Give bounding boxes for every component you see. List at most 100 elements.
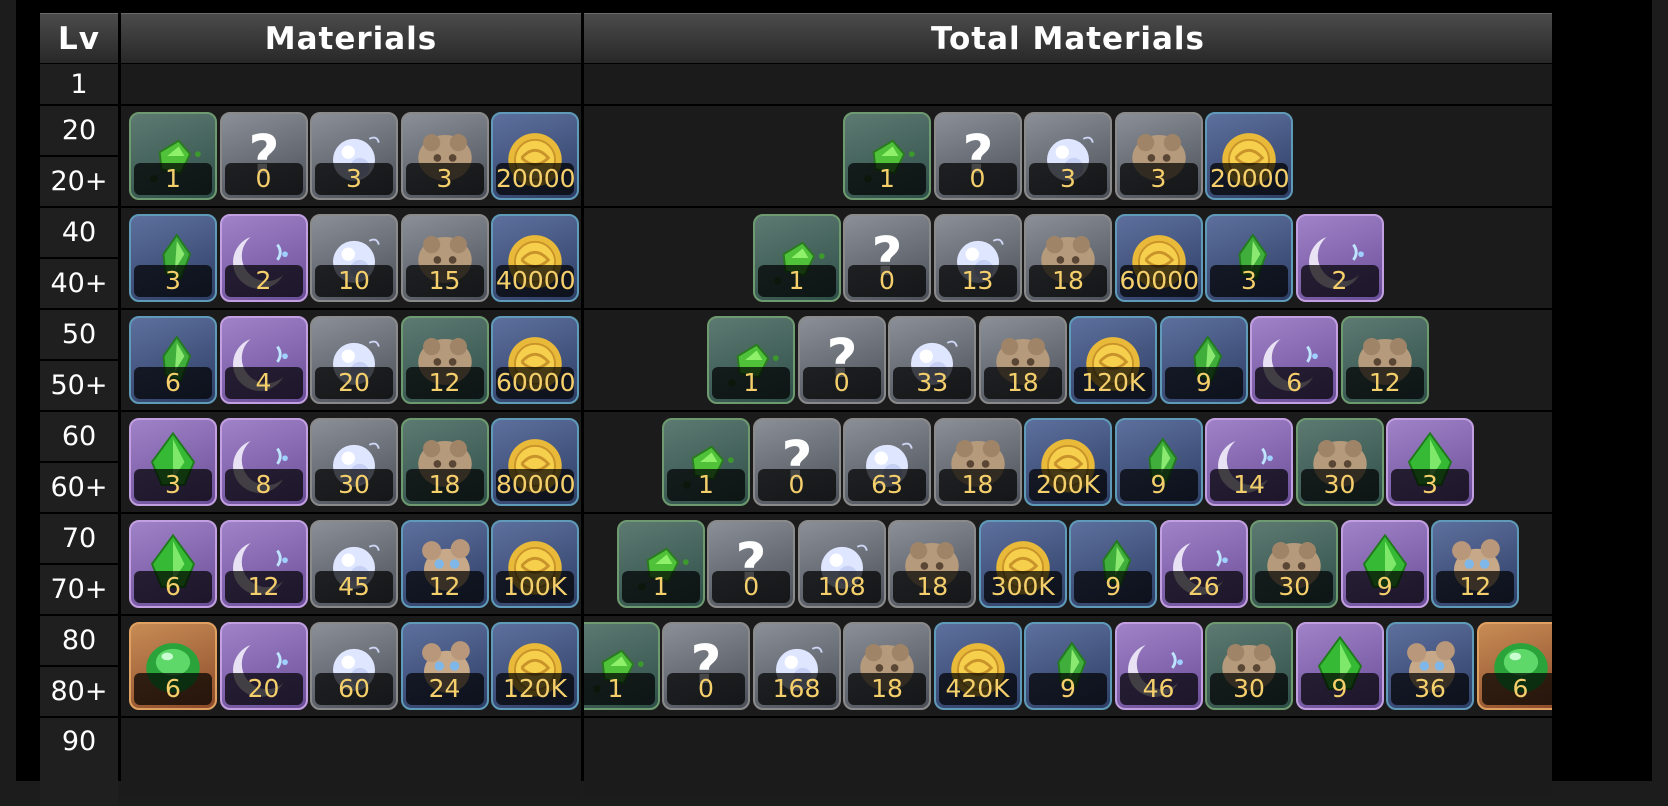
material-item[interactable]: 3 bbox=[129, 214, 217, 302]
material-item[interactable]: ? 0 bbox=[797, 316, 886, 404]
material-item[interactable]: 45 bbox=[310, 520, 398, 608]
material-item[interactable]: 14 bbox=[1205, 418, 1293, 506]
material-item[interactable]: 20000 bbox=[1205, 112, 1293, 200]
material-item[interactable]: 6 bbox=[129, 622, 217, 710]
material-item[interactable]: 60000 bbox=[1114, 214, 1203, 302]
material-item[interactable]: 18 bbox=[978, 316, 1067, 404]
material-count: 18 bbox=[405, 469, 484, 501]
material-count: 6 bbox=[134, 571, 212, 603]
material-item[interactable]: 1 bbox=[584, 622, 660, 710]
material-count: 120K bbox=[496, 673, 574, 705]
material-item[interactable]: 1 bbox=[616, 520, 705, 608]
material-item[interactable]: 3 bbox=[129, 418, 217, 506]
material-item[interactable]: 18 bbox=[888, 520, 977, 608]
material-count: 24 bbox=[405, 673, 484, 705]
material-item[interactable]: 13 bbox=[933, 214, 1022, 302]
material-count: 0 bbox=[224, 163, 303, 195]
material-item[interactable]: 12 bbox=[1431, 520, 1520, 608]
material-item[interactable]: 9 bbox=[1340, 520, 1429, 608]
material-count: 1 bbox=[621, 571, 700, 603]
material-item[interactable]: 9 bbox=[1024, 622, 1112, 710]
material-item[interactable]: 12 bbox=[219, 520, 308, 608]
total-materials-cell: 1? 0 63 18 200K 9 14 30 3 bbox=[584, 412, 1552, 512]
material-item[interactable]: 20 bbox=[310, 316, 398, 404]
material-item[interactable]: 63 bbox=[843, 418, 931, 506]
material-item[interactable]: ? 0 bbox=[843, 214, 931, 302]
material-item[interactable]: 120K bbox=[491, 622, 579, 710]
material-count: 6 bbox=[1255, 367, 1334, 399]
material-item[interactable]: 120K bbox=[1069, 316, 1158, 404]
material-item[interactable]: 40000 bbox=[491, 214, 579, 302]
material-item[interactable]: 1 bbox=[843, 112, 931, 200]
material-item[interactable]: ? 0 bbox=[219, 112, 308, 200]
material-item[interactable]: 12 bbox=[1340, 316, 1429, 404]
material-item[interactable]: 3 bbox=[1205, 214, 1293, 302]
material-item[interactable]: 1 bbox=[707, 316, 796, 404]
level-plus-label: 40+ bbox=[40, 259, 118, 308]
material-item[interactable]: 9 bbox=[1295, 622, 1384, 710]
material-item[interactable]: 3 bbox=[1114, 112, 1203, 200]
material-item[interactable]: 18 bbox=[843, 622, 931, 710]
material-item[interactable]: 30 bbox=[1250, 520, 1339, 608]
material-item[interactable]: 6 bbox=[129, 520, 217, 608]
material-count: 12 bbox=[1345, 367, 1424, 399]
material-item[interactable]: 2 bbox=[1295, 214, 1384, 302]
material-item[interactable]: 15 bbox=[400, 214, 489, 302]
material-item[interactable]: 3 bbox=[400, 112, 489, 200]
material-item[interactable]: 30 bbox=[310, 418, 398, 506]
material-item[interactable]: 3 bbox=[310, 112, 398, 200]
material-item[interactable]: 3 bbox=[1386, 418, 1474, 506]
total-materials-cell: 1? 0 13 18 60000 3 2 bbox=[584, 208, 1552, 308]
material-count: 9 bbox=[1029, 673, 1107, 705]
material-item[interactable]: 24 bbox=[400, 622, 489, 710]
material-item[interactable]: ? 0 bbox=[933, 112, 1022, 200]
material-item[interactable]: 80000 bbox=[491, 418, 579, 506]
material-item[interactable]: 200K bbox=[1024, 418, 1112, 506]
material-item[interactable]: 300K bbox=[978, 520, 1067, 608]
material-item[interactable]: 18 bbox=[400, 418, 489, 506]
material-item[interactable]: 3 bbox=[1024, 112, 1112, 200]
material-item[interactable]: 1 bbox=[752, 214, 841, 302]
material-item[interactable]: 30 bbox=[1205, 622, 1293, 710]
material-item[interactable]: 33 bbox=[888, 316, 977, 404]
material-item[interactable]: 20 bbox=[219, 622, 308, 710]
material-item[interactable]: 100K bbox=[491, 520, 579, 608]
material-item[interactable]: 6 bbox=[129, 316, 217, 404]
material-item[interactable]: 60000 bbox=[491, 316, 579, 404]
material-item[interactable]: 46 bbox=[1114, 622, 1203, 710]
material-item[interactable]: ? 0 bbox=[707, 520, 796, 608]
material-item[interactable]: 9 bbox=[1114, 418, 1203, 506]
material-item[interactable]: 12 bbox=[400, 520, 489, 608]
material-item[interactable]: 1 bbox=[129, 112, 217, 200]
material-count: 10 bbox=[315, 265, 393, 297]
material-item[interactable]: 36 bbox=[1386, 622, 1474, 710]
ascension-table: Lv Materials Total Materials 1 20 20+ 1? 0 3 3… bbox=[16, 0, 1652, 806]
material-item[interactable]: 4 bbox=[219, 316, 308, 404]
material-item[interactable]: 1 bbox=[662, 418, 750, 506]
material-item[interactable]: ? 0 bbox=[662, 622, 750, 710]
material-item[interactable]: 108 bbox=[797, 520, 886, 608]
material-item[interactable]: 10 bbox=[310, 214, 398, 302]
material-item[interactable]: 8 bbox=[219, 418, 308, 506]
material-count: 120K bbox=[1074, 367, 1153, 399]
material-item[interactable]: 30 bbox=[1295, 418, 1384, 506]
material-item[interactable]: 2 bbox=[219, 214, 308, 302]
material-item[interactable]: 9 bbox=[1069, 520, 1158, 608]
material-count: 9 bbox=[1074, 571, 1153, 603]
header-lv: Lv bbox=[40, 13, 118, 63]
material-item[interactable]: 6 bbox=[1250, 316, 1339, 404]
material-item[interactable]: 60 bbox=[310, 622, 398, 710]
material-item[interactable]: 18 bbox=[1024, 214, 1112, 302]
material-item[interactable]: 6 bbox=[1476, 622, 1552, 710]
material-item[interactable]: 420K bbox=[933, 622, 1022, 710]
material-item[interactable]: 20000 bbox=[491, 112, 579, 200]
material-count: 33 bbox=[893, 367, 972, 399]
material-item[interactable]: 26 bbox=[1159, 520, 1248, 608]
material-count: 1 bbox=[134, 163, 212, 195]
material-item[interactable]: 168 bbox=[752, 622, 841, 710]
material-item[interactable]: ? 0 bbox=[752, 418, 841, 506]
material-count: 20000 bbox=[1210, 163, 1290, 195]
material-item[interactable]: 9 bbox=[1159, 316, 1248, 404]
material-item[interactable]: 12 bbox=[400, 316, 489, 404]
material-item[interactable]: 18 bbox=[933, 418, 1022, 506]
